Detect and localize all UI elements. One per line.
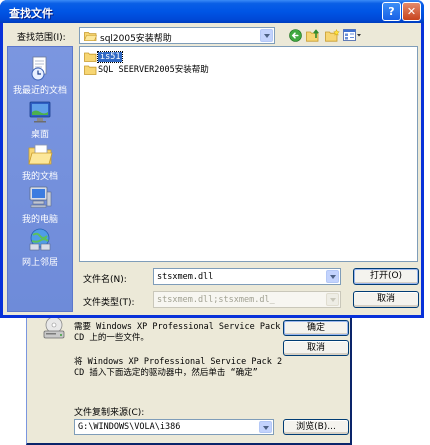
places-bar: 我最近的文档 桌面 我的文档 我的电脑 网上邻居 [7,46,73,312]
help-button[interactable]: ? [382,2,401,21]
chevron-down-icon[interactable] [259,421,272,433]
chevron-down-icon[interactable] [260,29,273,42]
place-desktop[interactable]: 桌面 [8,99,72,140]
insert-disk-dialog: 需要 Windows XP Professional Service Pack … [26,304,352,445]
open-folder-icon [84,32,97,41]
chevron-down-icon [326,293,339,306]
list-item[interactable]: SQL SEERVER2005安装帮助 [84,64,209,77]
my-documents-icon [28,144,53,165]
copy-source-value: G:\WINDOWS\VOLA\i386 [78,422,181,432]
title-bar[interactable]: 查找文件 ? ✕ [0,0,424,23]
place-recent-documents[interactable]: 我最近的文档 [8,55,72,96]
folder-icon [84,65,97,75]
place-label: 网上邻居 [21,258,58,268]
desktop-icon [29,101,51,123]
message-line: CD 插入下面选定的驱动器中，然后单击 “确定” [74,368,258,378]
look-in-label: 查找范围(I): [17,33,66,43]
back-icon[interactable] [289,29,302,42]
file-name-value: stsxmem.dll [157,272,214,282]
cancel-button[interactable]: 取消 [353,291,419,308]
recent-documents-icon [31,56,47,81]
ok-button[interactable]: 确定 [283,320,349,336]
place-label: 我的电脑 [21,215,58,225]
folder-icon [84,52,97,62]
look-in-value: sql2005安装帮助 [100,34,172,44]
file-type-combobox[interactable]: stsxmem.dll;stsxmem.dl_ [153,291,341,308]
file-name: SQL SEERVER2005安装帮助 [98,65,209,75]
file-list[interactable]: is51 SQL SEERVER2005安装帮助 [79,46,418,262]
chevron-down-icon[interactable] [326,270,339,283]
file-type-value: stsxmem.dll;stsxmem.dl_ [157,295,275,305]
my-computer-icon [29,186,52,208]
place-network[interactable]: 网上邻居 [8,227,72,268]
look-in-combobox[interactable]: sql2005安装帮助 [79,27,275,44]
place-my-computer[interactable]: 我的电脑 [8,184,72,225]
place-my-documents[interactable]: 我的文档 [8,141,72,182]
cd-drive-icon [43,316,65,339]
file-name-label: 文件名(N): [83,275,127,285]
new-folder-icon[interactable] [325,29,340,42]
network-places-icon [29,228,51,251]
copy-source-label: 文件复制来源(C): [74,408,145,418]
copy-source-combobox[interactable]: G:\WINDOWS\VOLA\i386 [74,419,274,435]
up-folder-icon[interactable] [306,29,321,42]
place-label: 桌面 [30,130,49,140]
place-label: 我最近的文档 [12,86,67,96]
place-label: 我的文档 [21,172,58,182]
close-button[interactable]: ✕ [402,2,421,21]
open-button[interactable]: 打开(O) [353,268,419,285]
file-name: is51 [96,51,124,63]
find-file-dialog: 查找文件 ? ✕ 查找范围(I): sql2005安装帮助 我最近的文档 桌面 … [0,0,424,318]
file-type-label: 文件类型(T): [83,298,135,308]
message-line: CD 上的一些文件。 [74,333,149,343]
view-menu-icon[interactable] [343,29,361,42]
window-title: 查找文件 [9,7,53,20]
browse-button[interactable]: 浏览(B)... [283,419,349,435]
list-item[interactable]: is51 [84,51,124,64]
file-name-combobox[interactable]: stsxmem.dll [153,268,341,285]
cancel-button[interactable]: 取消 [283,340,349,356]
